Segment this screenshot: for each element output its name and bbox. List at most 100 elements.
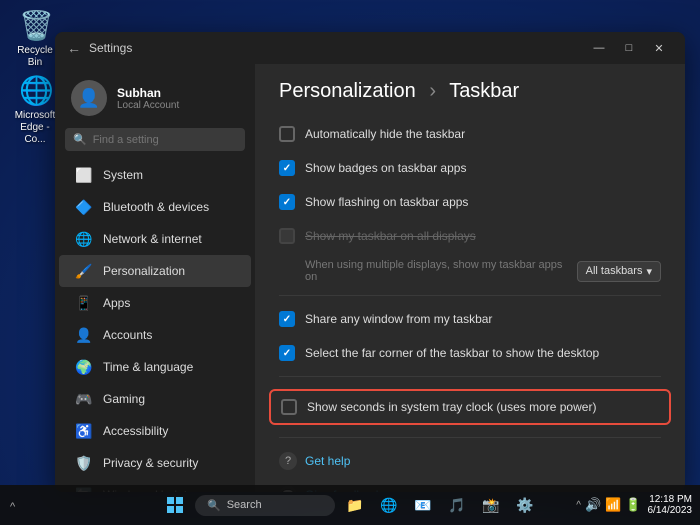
- user-profile[interactable]: 👤 Subhan Local Account: [55, 72, 255, 128]
- sidebar-item-privacy[interactable]: 🛡️ Privacy & security: [59, 447, 251, 479]
- windows-icon: [166, 496, 184, 514]
- taskbar-left: ^: [8, 491, 28, 519]
- setting-share-window: Share any window from my taskbar: [279, 304, 661, 334]
- multiple-displays-subtext: When using multiple displays, show my ta…: [305, 259, 567, 283]
- battery-icon[interactable]: 🔋: [625, 497, 641, 513]
- taskbar-icon-left: ^: [8, 491, 28, 519]
- back-button[interactable]: ←: [67, 40, 81, 56]
- title-bar: ← Settings — □ ✕: [55, 32, 685, 64]
- sidebar-item-time[interactable]: 🌍 Time & language: [59, 351, 251, 383]
- desktop: 🗑️ Recycle Bin 🌐 Microsoft Edge - Co... …: [0, 0, 700, 525]
- breadcrumb-separator: ›: [429, 80, 436, 102]
- label-badges: Show badges on taskbar apps: [305, 161, 661, 175]
- taskbar-right: ^ 🔊 📶 🔋 12:18 PM 6/14/2023: [576, 494, 692, 516]
- apps-icon: 📱: [75, 294, 93, 312]
- close-button[interactable]: ✕: [645, 38, 673, 58]
- recycle-bin-icon: 🗑️: [19, 9, 51, 41]
- start-button[interactable]: [161, 491, 189, 519]
- sidebar-item-personalization[interactable]: 🖌️ Personalization: [59, 255, 251, 287]
- speaker-icon[interactable]: 🔊: [585, 497, 601, 513]
- search-icon: 🔍: [73, 133, 87, 146]
- checkbox-share-window[interactable]: [279, 311, 295, 327]
- taskbar-search-label: Search: [227, 499, 262, 511]
- label-flashing: Show flashing on taskbar apps: [305, 195, 661, 209]
- taskbar-search-icon: 🔍: [207, 499, 221, 512]
- dropdown-value: All taskbars: [586, 265, 643, 277]
- window-controls: — □ ✕: [585, 38, 673, 58]
- breadcrumb1: Personalization: [279, 80, 416, 102]
- user-name: Subhan: [117, 86, 179, 100]
- checkbox-flashing[interactable]: [279, 194, 295, 210]
- sidebar-search[interactable]: 🔍: [65, 128, 245, 151]
- taskbar-edge-icon[interactable]: 🌐: [375, 491, 403, 519]
- taskbar-settings-icon[interactable]: ⚙️: [511, 491, 539, 519]
- svg-text:^: ^: [10, 501, 16, 513]
- label-share-window: Share any window from my taskbar: [305, 312, 661, 326]
- multiple-displays-row: When using multiple displays, show my ta…: [279, 255, 661, 287]
- sidebar-label-apps: Apps: [103, 296, 130, 310]
- checkbox-show-seconds[interactable]: [281, 399, 297, 415]
- time-icon: 🌍: [75, 358, 93, 376]
- taskbar-music-icon[interactable]: 🎵: [443, 491, 471, 519]
- divider3: [279, 437, 661, 438]
- user-info: Subhan Local Account: [117, 86, 179, 111]
- edge-icon: 🌐: [19, 74, 51, 106]
- all-taskbars-dropdown[interactable]: All taskbars ▾: [577, 261, 661, 282]
- sidebar-label-gaming: Gaming: [103, 392, 145, 406]
- system-tray: ^ 🔊 📶 🔋: [576, 497, 641, 513]
- get-help-row[interactable]: ? Get help: [279, 446, 661, 476]
- sidebar-item-accounts[interactable]: 👤 Accounts: [59, 319, 251, 351]
- sidebar-label-bluetooth: Bluetooth & devices: [103, 200, 209, 214]
- wifi-icon[interactable]: 📶: [605, 497, 621, 513]
- chevron-up-icon: ^: [10, 497, 26, 513]
- get-help-icon: ?: [279, 452, 297, 470]
- sidebar-label-personalization: Personalization: [103, 264, 185, 278]
- taskbar-center: 🔍 Search 📁 🌐 📧 🎵 📸 ⚙️: [161, 491, 539, 519]
- setting-badges: Show badges on taskbar apps: [279, 153, 661, 183]
- sidebar-label-accounts: Accounts: [103, 328, 152, 342]
- sidebar-label-time: Time & language: [103, 360, 193, 374]
- setting-auto-hide: Automatically hide the taskbar: [279, 119, 661, 149]
- user-type: Local Account: [117, 100, 179, 111]
- sidebar-item-network[interactable]: 🌐 Network & internet: [59, 223, 251, 255]
- accounts-icon: 👤: [75, 326, 93, 344]
- checkbox-multiple-displays[interactable]: [279, 228, 295, 244]
- system-icon: ⬜: [75, 166, 93, 184]
- sidebar: 👤 Subhan Local Account 🔍 ⬜ System: [55, 64, 255, 492]
- taskbar-photos-icon[interactable]: 📸: [477, 491, 505, 519]
- checkbox-auto-hide[interactable]: [279, 126, 295, 142]
- checkbox-badges[interactable]: [279, 160, 295, 176]
- label-multiple-displays: Show my taskbar on all displays: [305, 229, 661, 243]
- taskbar-mail-icon[interactable]: 📧: [409, 491, 437, 519]
- edge-label: Microsoft Edge - Co...: [9, 110, 61, 146]
- label-show-seconds: Show seconds in system tray clock (uses …: [307, 400, 659, 414]
- time-display[interactable]: 12:18 PM 6/14/2023: [648, 494, 693, 516]
- minimize-button[interactable]: —: [585, 38, 613, 58]
- window-title: Settings: [89, 41, 585, 55]
- breadcrumb2: Taskbar: [449, 80, 519, 102]
- maximize-button[interactable]: □: [615, 38, 643, 58]
- sidebar-item-system[interactable]: ⬜ System: [59, 159, 251, 191]
- taskbar-search[interactable]: 🔍 Search: [195, 495, 335, 516]
- search-input[interactable]: [93, 134, 237, 146]
- checkbox-far-corner[interactable]: [279, 345, 295, 361]
- sidebar-item-bluetooth[interactable]: 🔷 Bluetooth & devices: [59, 191, 251, 223]
- taskbar-apps-icon[interactable]: 📁: [341, 491, 369, 519]
- get-help-link[interactable]: Get help: [305, 454, 350, 468]
- privacy-icon: 🛡️: [75, 454, 93, 472]
- sidebar-item-apps[interactable]: 📱 Apps: [59, 287, 251, 319]
- sidebar-item-gaming[interactable]: 🎮 Gaming: [59, 383, 251, 415]
- taskbar: ^ 🔍 Search 📁 🌐 📧 �: [0, 485, 700, 525]
- setting-far-corner: Select the far corner of the taskbar to …: [279, 338, 661, 368]
- recycle-bin-label: Recycle Bin: [9, 45, 61, 69]
- accessibility-icon: ♿: [75, 422, 93, 440]
- bluetooth-icon: 🔷: [75, 198, 93, 216]
- sidebar-label-network: Network & internet: [103, 232, 202, 246]
- clock-date: 6/14/2023: [648, 505, 693, 516]
- network-icon: 🌐: [75, 230, 93, 248]
- sidebar-label-system: System: [103, 168, 143, 182]
- sidebar-item-accessibility[interactable]: ♿ Accessibility: [59, 415, 251, 447]
- label-auto-hide: Automatically hide the taskbar: [305, 127, 661, 141]
- tray-expand-icon[interactable]: ^: [576, 500, 581, 511]
- setting-multiple-displays: Show my taskbar on all displays: [279, 221, 661, 251]
